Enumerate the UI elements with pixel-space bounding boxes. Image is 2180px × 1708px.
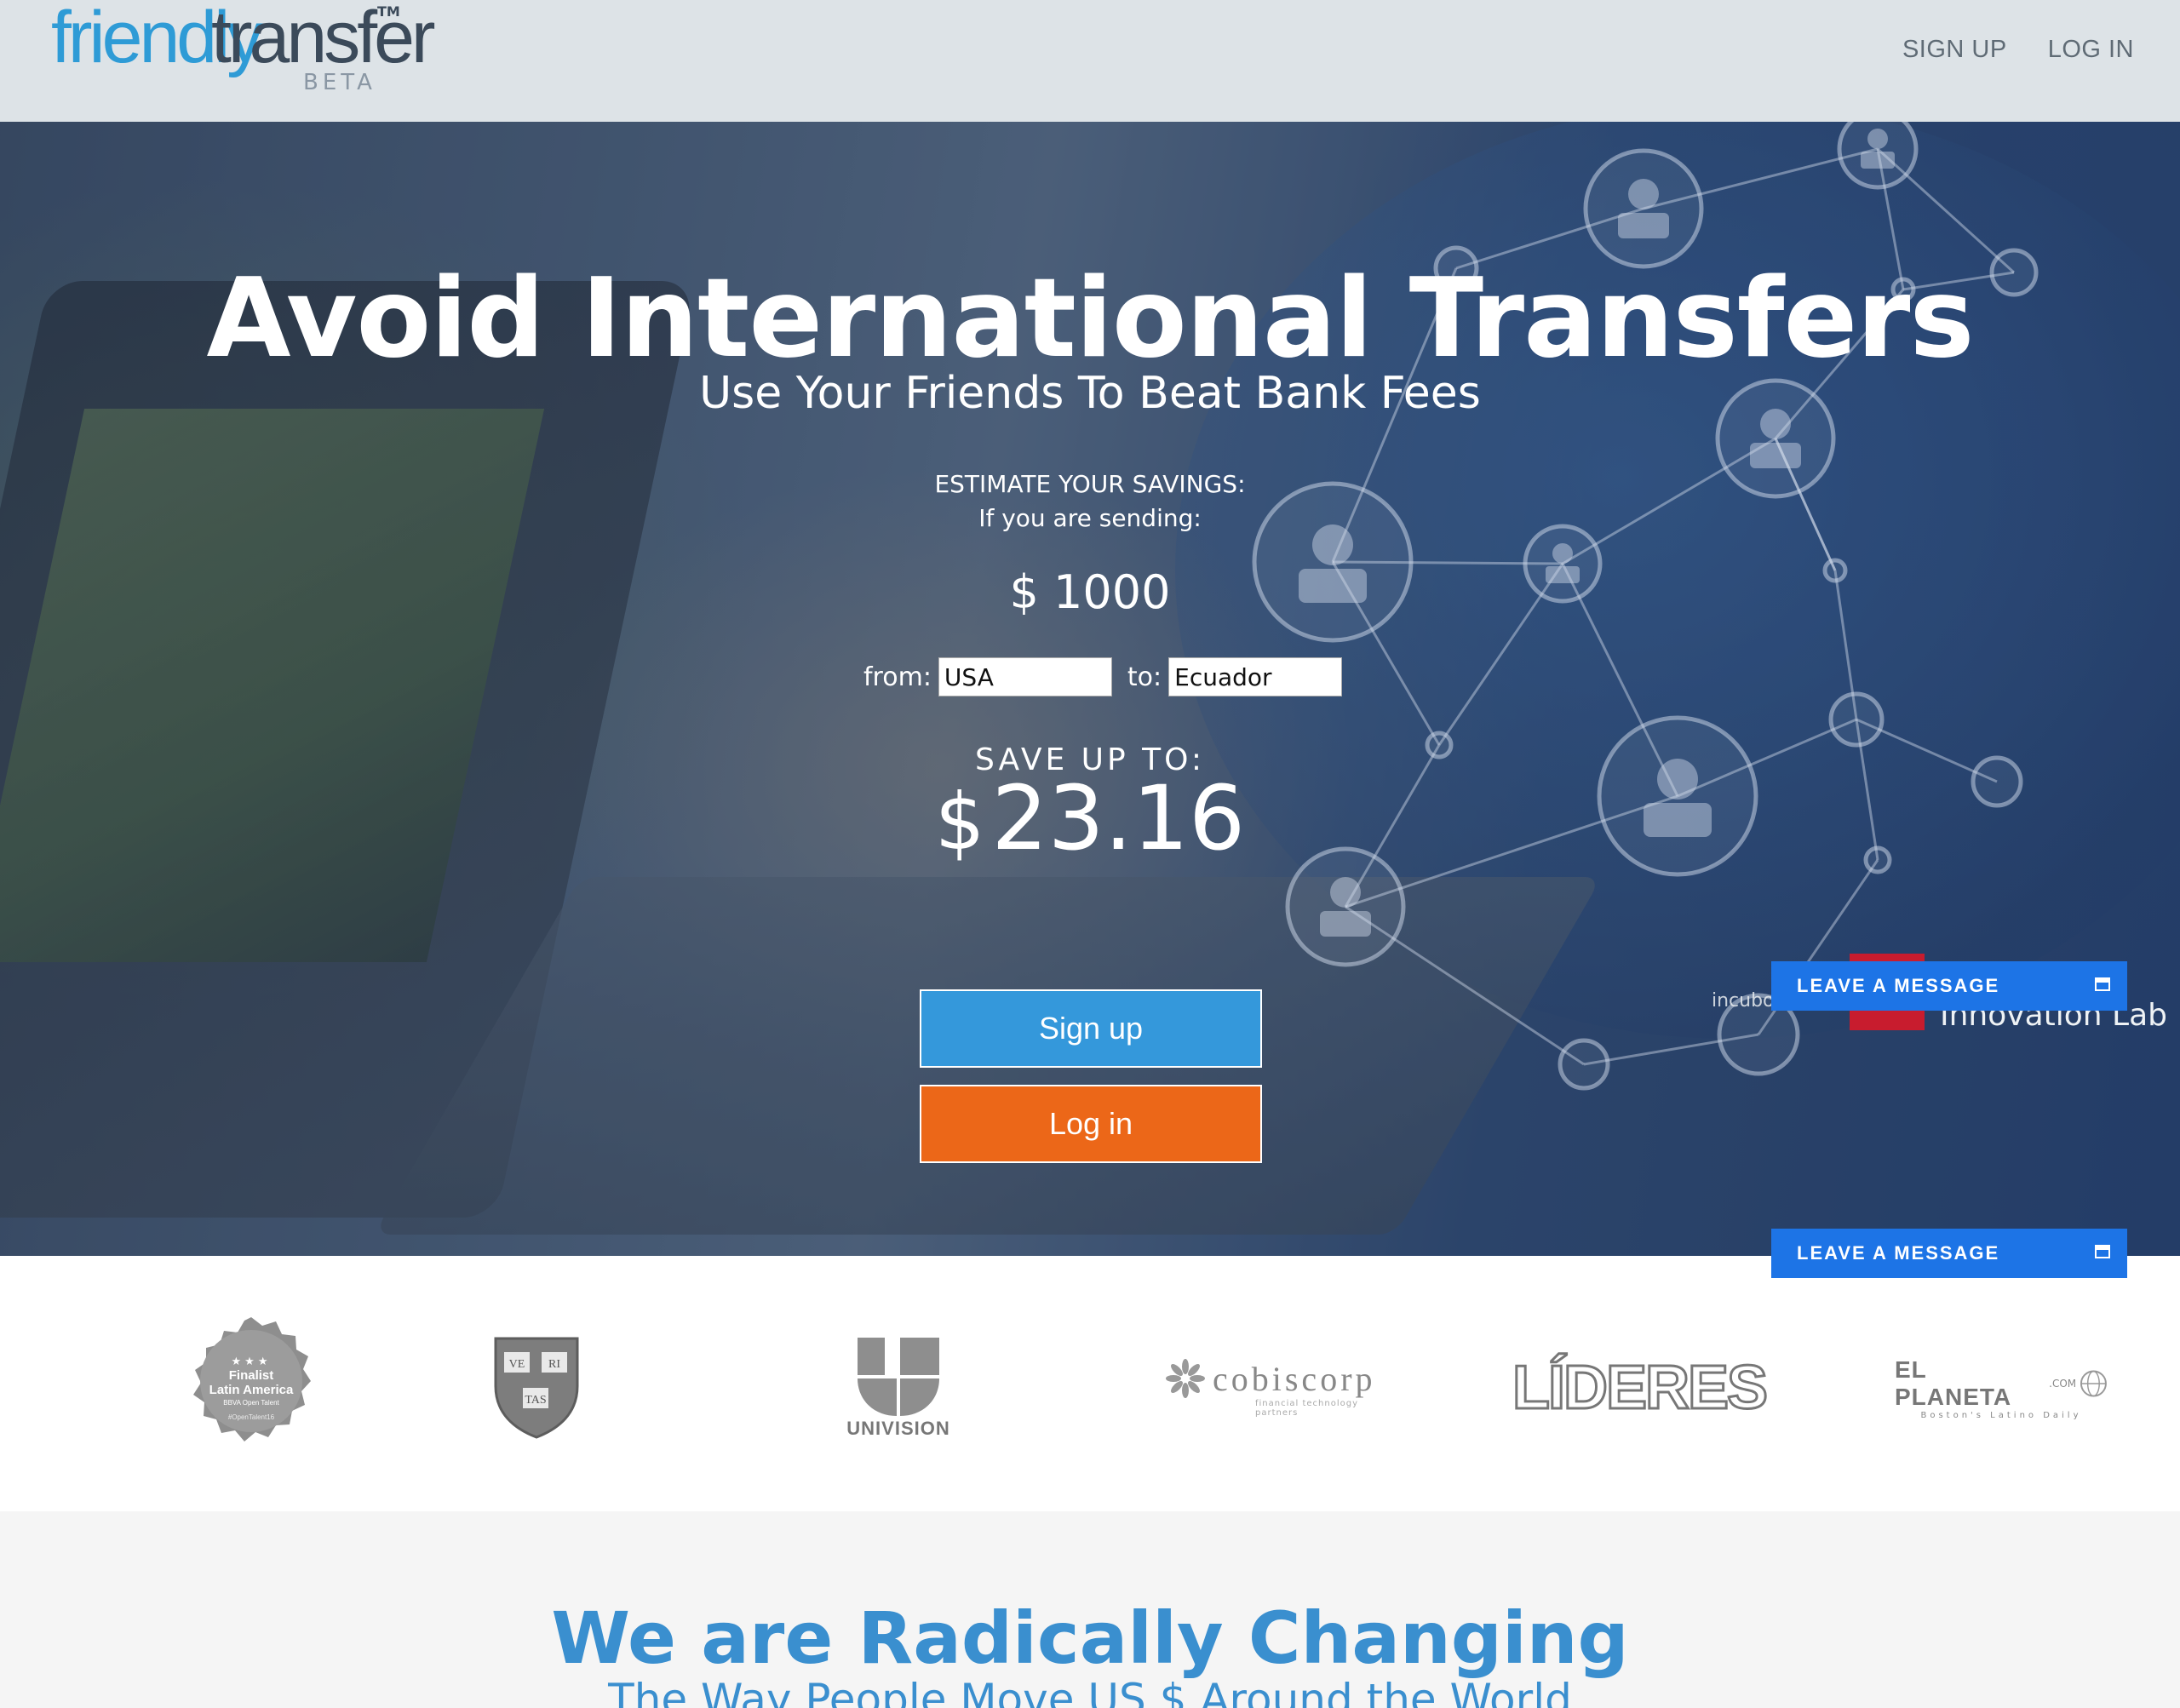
univision-text: UNIVISION — [846, 1418, 950, 1439]
shield-icon: VE RI TAS — [494, 1337, 579, 1439]
veritas-ve: VE — [509, 1358, 525, 1371]
cobiscorp-subtext: financial technology partners — [1255, 1399, 1358, 1418]
cobiscorp-logo: cobiscorp financial technology partners — [1165, 1315, 1386, 1460]
mission-title: We are Radically Changing — [551, 1596, 1629, 1680]
press-logos-strip: ★★★ Finalist Latin America BBVA Open Tal… — [0, 1256, 2180, 1511]
hero-section: Avoid International Transfers Use Your F… — [0, 0, 2180, 1256]
cobiscorp-text: cobiscorp — [1213, 1359, 1376, 1398]
cobiscorp-flower-icon — [1166, 1359, 1205, 1398]
window-minimize-icon[interactable] — [2095, 1245, 2110, 1258]
friendly-transfer-logo[interactable]: friendly transfer TM BETA — [51, 0, 436, 97]
hero-title: Avoid International Transfers — [206, 255, 1974, 382]
globe-icon — [2080, 1370, 2108, 1396]
el-planeta-logo: EL PLANETA .COM Boston's Latino Daily — [1895, 1315, 2108, 1460]
badge-tag: #OpenTalent16 — [227, 1413, 275, 1421]
leave-message-label: LEAVE A MESSAGE — [1797, 975, 2000, 996]
top-header: friendly transfer TM BETA SIGN UP LOG IN — [0, 0, 2180, 122]
save-amount: $23.16 — [0, 766, 2180, 870]
mission-section: We are Radically Changing The Way People… — [0, 1511, 2180, 1708]
leave-message-widget[interactable]: LEAVE A MESSAGE — [1771, 1229, 2127, 1278]
to-label: to: — [1127, 662, 1162, 692]
from-label: from: — [863, 662, 932, 692]
header-nav: SIGN UP LOG IN — [1902, 36, 2134, 64]
univision-logo: UNIVISION — [839, 1315, 958, 1460]
leave-message-widget[interactable]: LEAVE A MESSAGE — [1771, 961, 2127, 1011]
badge-subtitle: Latin America — [209, 1383, 294, 1397]
hero-subtitle: Use Your Friends To Beat Bank Fees — [699, 368, 1481, 419]
badge-stars-icon: ★★★ — [231, 1355, 272, 1367]
from-country-input[interactable] — [938, 657, 1112, 696]
badge-text: ★★★ Finalist Latin America BBVA Open Tal… — [175, 1315, 328, 1472]
veritas-tas: TAS — [525, 1394, 546, 1407]
harvard-veritas-shield: VE RI TAS — [490, 1315, 583, 1460]
window-minimize-icon[interactable] — [2095, 977, 2110, 991]
estimate-title: ESTIMATE YOUR SAVINGS: — [934, 470, 1246, 498]
mission-subtitle: The Way People Move US $ Around the Worl… — [608, 1675, 1572, 1708]
to-country-input[interactable] — [1168, 657, 1343, 696]
leave-message-label: LEAVE A MESSAGE — [1797, 1242, 2000, 1264]
univision-mark-icon — [858, 1338, 939, 1416]
nav-login-link[interactable]: LOG IN — [2048, 36, 2134, 64]
planeta-subtext: Boston's Latino Daily — [1920, 1410, 2082, 1420]
partner-incubator-text: incubo — [1712, 990, 1775, 1012]
planeta-com: .COM — [2049, 1377, 2077, 1390]
save-value: 23.16 — [991, 766, 1246, 870]
badge-title: Finalist — [228, 1368, 274, 1383]
cobiscorp-row: cobiscorp — [1165, 1358, 1376, 1399]
planeta-row: EL PLANETA .COM — [1895, 1356, 2108, 1411]
planeta-text: EL PLANETA — [1895, 1356, 2012, 1410]
send-amount[interactable]: $ 1000 — [0, 565, 2180, 619]
signup-button[interactable]: Sign up — [920, 989, 1262, 1068]
logo-trademark: TM — [377, 3, 400, 20]
bbva-finalist-badge: ★★★ Finalist Latin America BBVA Open Tal… — [175, 1315, 328, 1460]
lideres-logo: LÍDERES — [1511, 1315, 1769, 1460]
lideres-text: LÍDERES — [1511, 1353, 1769, 1424]
save-currency: $ — [934, 777, 985, 868]
login-button[interactable]: Log in — [920, 1085, 1262, 1163]
estimate-subtitle: If you are sending: — [978, 504, 1202, 532]
logo-beta: BETA — [303, 70, 376, 95]
nav-signup-link[interactable]: SIGN UP — [1902, 36, 2007, 64]
badge-small-text: BBVA Open Talent — [223, 1399, 279, 1407]
from-to-row: from: to: — [863, 657, 1343, 696]
veritas-ri: RI — [548, 1358, 560, 1371]
